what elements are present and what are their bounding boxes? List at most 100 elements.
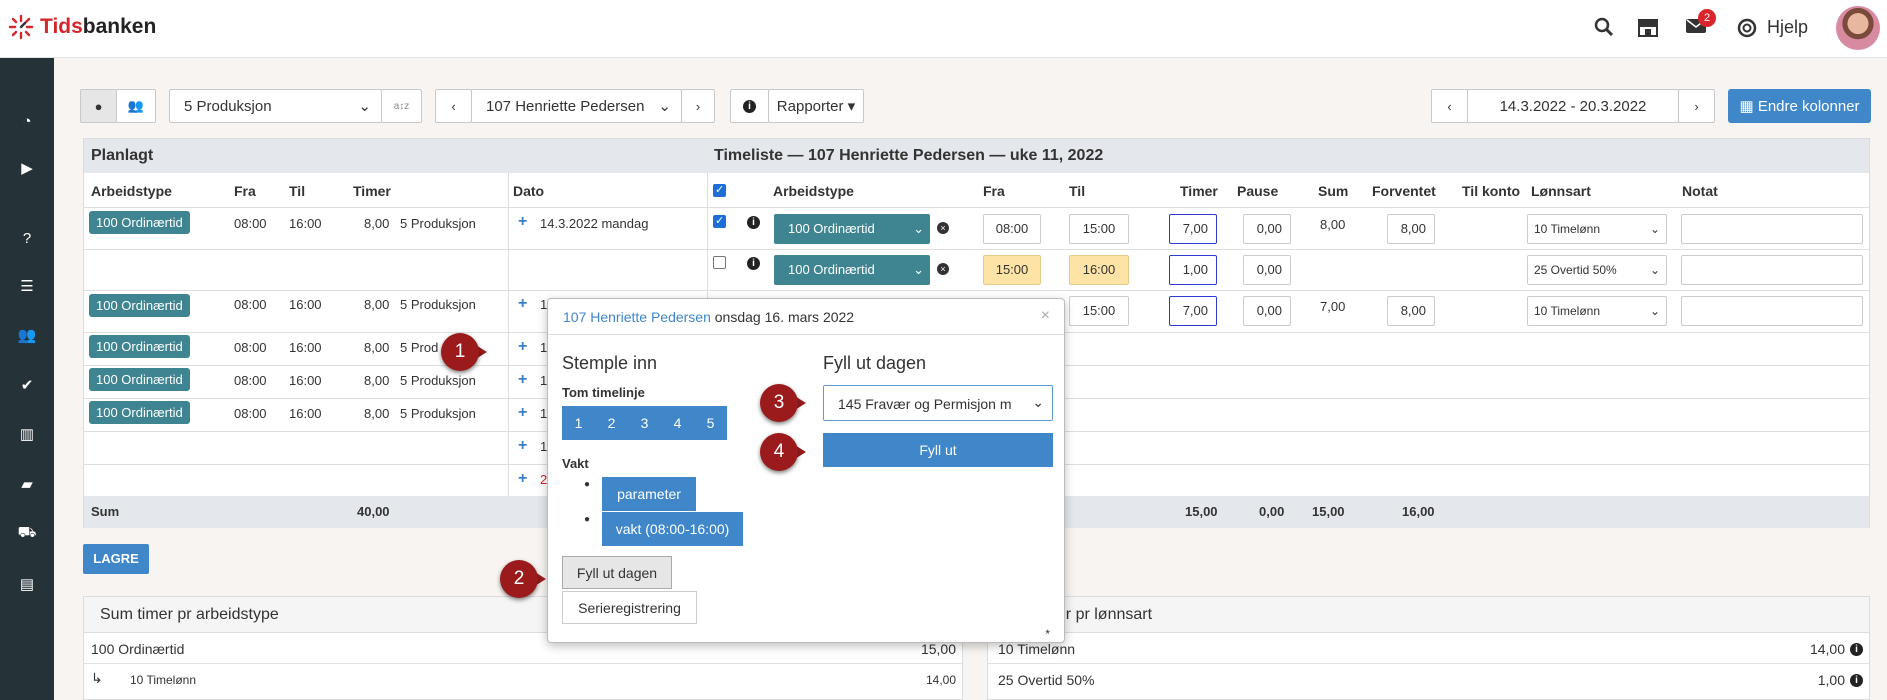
store-icon[interactable]: [1636, 17, 1660, 43]
clock-logo-icon: [8, 14, 34, 40]
id-card-icon[interactable]: ▤: [0, 575, 54, 593]
info-icon[interactable]: i: [747, 216, 760, 229]
date-range[interactable]: 14.3.2022 - 20.3.2022: [1467, 89, 1679, 123]
worktype-tag[interactable]: 100 Ordinærtid: [89, 368, 190, 391]
timeline-slots: 1 2 3 4 5: [562, 406, 727, 440]
fill-day-button[interactable]: Fyll ut dagen: [562, 556, 672, 589]
avatar[interactable]: [1836, 6, 1880, 50]
worktype-tag[interactable]: 100 Ordinærtid: [89, 294, 190, 317]
slot-button[interactable]: 5: [694, 406, 727, 440]
shift-vakt-button[interactable]: vakt (08:00-16:00): [602, 512, 743, 546]
row-checkbox[interactable]: [713, 256, 726, 269]
department-select[interactable]: 5 Produksjon ⌄: [169, 89, 382, 123]
mail-count-badge: 2: [1698, 9, 1716, 27]
from-input[interactable]: 08:00: [983, 214, 1041, 244]
add-plus-icon[interactable]: +: [518, 470, 527, 488]
check-icon[interactable]: ✔: [0, 376, 54, 394]
info-icon[interactable]: i: [1850, 674, 1863, 687]
to-input[interactable]: 16:00: [1069, 255, 1129, 285]
worktype-select[interactable]: 100 Ordinærtid ⌄: [774, 214, 930, 244]
hours-input[interactable]: 1,00: [1169, 255, 1217, 285]
change-columns-button[interactable]: ▦ Endre kolonner: [1728, 89, 1871, 123]
employee-value: 107 Henriette Pedersen: [486, 97, 645, 115]
book-icon[interactable]: ▰: [0, 475, 54, 493]
car-icon[interactable]: ⛟: [0, 524, 54, 543]
info-icon[interactable]: i: [747, 257, 760, 270]
next-employee-button[interactable]: ›: [681, 89, 715, 123]
note-input[interactable]: [1681, 296, 1863, 326]
sum-sum: 15,00: [1312, 504, 1345, 519]
bar-chart-icon[interactable]: ▥: [0, 425, 54, 443]
hours-input[interactable]: 7,00: [1169, 214, 1217, 244]
sub-arrow-icon: ↳: [91, 670, 103, 686]
sum-hours: 15,00: [1185, 504, 1218, 519]
worktype-value: 100 Ordinærtid: [788, 221, 875, 236]
dept-value: 5 Prod: [400, 340, 439, 355]
question-icon[interactable]: ?: [0, 230, 54, 247]
prev-week-button[interactable]: ‹: [1431, 89, 1468, 123]
from-input[interactable]: 15:00: [983, 255, 1041, 285]
add-plus-icon[interactable]: +: [518, 213, 527, 231]
expected-input[interactable]: 8,00: [1387, 214, 1435, 244]
note-input[interactable]: [1681, 214, 1863, 244]
sidebar: ◔ ▶ ? ☰ 👥 ✔ ▥ ▰ ⛟ ▤: [0, 58, 54, 700]
list-icon[interactable]: ☰: [0, 277, 54, 295]
wage-select[interactable]: 10 Timelønn ⌄: [1527, 214, 1667, 244]
to-value: 16:00: [289, 216, 322, 231]
hours-input[interactable]: 7,00: [1169, 296, 1217, 326]
add-plus-icon[interactable]: +: [518, 437, 527, 455]
pause-input[interactable]: 0,00: [1243, 296, 1291, 326]
help-label: Hjelp: [1767, 17, 1809, 37]
pause-input[interactable]: 0,00: [1243, 255, 1291, 285]
worktype-select[interactable]: 100 Ordinærtid ⌄: [774, 255, 930, 285]
series-registration-button[interactable]: Serieregistrering: [562, 591, 697, 624]
shift-parameter-button[interactable]: parameter: [602, 477, 696, 511]
add-plus-icon[interactable]: +: [518, 338, 527, 356]
chevron-down-icon: ⌄: [913, 221, 924, 236]
info-icon[interactable]: i: [1850, 643, 1863, 656]
slot-button[interactable]: 4: [661, 406, 694, 440]
worktype-tag[interactable]: 100 Ordinærtid: [89, 211, 190, 234]
row-checkbox[interactable]: [713, 214, 726, 228]
worktype-tag[interactable]: 100 Ordinærtid: [89, 401, 190, 424]
select-all-checkbox[interactable]: [713, 183, 726, 197]
play-icon[interactable]: ▶: [0, 159, 54, 177]
help-link[interactable]: Hjelp: [1737, 17, 1808, 38]
next-week-button[interactable]: ›: [1678, 89, 1715, 123]
add-plus-icon[interactable]: +: [518, 295, 527, 313]
pause-input[interactable]: 0,00: [1243, 214, 1291, 244]
to-input[interactable]: 15:00: [1069, 214, 1129, 244]
users-icon[interactable]: 👥: [0, 326, 54, 344]
employee-select[interactable]: 107 Henriette Pedersen ⌄: [471, 89, 682, 123]
slot-button[interactable]: 3: [628, 406, 661, 440]
remove-icon[interactable]: ×: [937, 263, 949, 275]
save-button[interactable]: LAGRE: [83, 544, 149, 574]
bullet-icon: ●: [584, 514, 591, 525]
worktype-tag[interactable]: 100 Ordinærtid: [89, 335, 190, 358]
logo[interactable]: Tidsbanken: [8, 14, 156, 40]
remove-icon[interactable]: ×: [937, 222, 949, 234]
slot-button[interactable]: 1: [562, 406, 595, 440]
wage-select[interactable]: 25 Overtid 50% ⌄: [1527, 255, 1667, 285]
close-icon[interactable]: ×: [1041, 307, 1050, 325]
single-person-toggle[interactable]: ●: [80, 89, 117, 123]
fill-out-button[interactable]: Fyll ut: [823, 433, 1053, 467]
ts-col-from: Fra: [983, 183, 1005, 199]
add-plus-icon[interactable]: +: [518, 371, 527, 389]
slot-button[interactable]: 2: [595, 406, 628, 440]
prev-employee-button[interactable]: ‹: [435, 89, 472, 123]
reports-dropdown[interactable]: Rapporter ▾: [768, 89, 864, 123]
sort-az-button[interactable]: a↕z: [381, 89, 422, 123]
add-plus-icon[interactable]: +: [518, 404, 527, 422]
expected-input[interactable]: 8,00: [1387, 296, 1435, 326]
wage-select[interactable]: 10 Timelønn ⌄: [1527, 296, 1667, 326]
dashboard-icon[interactable]: ◔: [0, 113, 54, 130]
info-button[interactable]: i: [730, 89, 769, 123]
search-icon[interactable]: [1594, 17, 1614, 43]
popover-employee-link[interactable]: 107 Henriette Pedersen: [563, 309, 711, 325]
to-input[interactable]: 15:00: [1069, 296, 1129, 326]
note-input[interactable]: [1681, 255, 1863, 285]
absence-type-select[interactable]: 145 Fravær og Permisjon m ⌄: [823, 385, 1053, 421]
stamp-in-title: Stemple inn: [562, 353, 658, 373]
group-toggle[interactable]: 👥: [116, 89, 156, 123]
